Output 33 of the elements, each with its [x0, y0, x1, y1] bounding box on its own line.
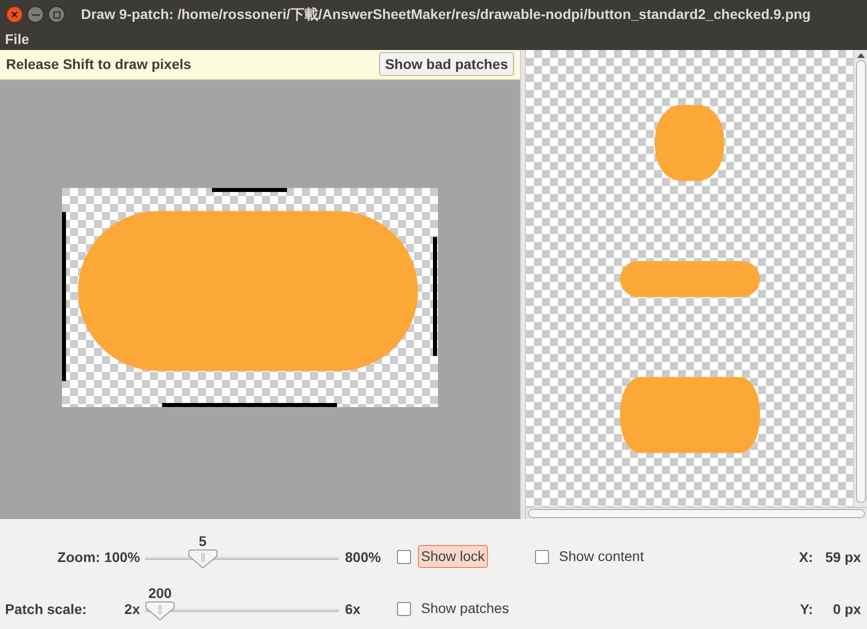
splitter[interactable] — [520, 50, 526, 519]
checkbox-label: Show patches — [420, 599, 510, 618]
vertical-scrollbar[interactable] — [853, 50, 867, 507]
maximize-button[interactable] — [48, 6, 65, 24]
slider-label: Zoom: — [57, 548, 100, 567]
slider-min-label: 2x — [124, 600, 140, 619]
slider-label: Patch scale: — [5, 600, 87, 619]
coordinate-label: Y: — [800, 600, 813, 619]
coordinate-value: 59 px — [824, 548, 861, 567]
maximize-icon — [52, 10, 60, 19]
checkbox[interactable] — [397, 602, 411, 616]
slider-value: 200 — [148, 584, 172, 603]
close-button[interactable] — [6, 6, 23, 24]
checkbox[interactable] — [397, 550, 411, 564]
coordinate-label: X: — [799, 548, 813, 567]
coordinate-value: 0 px — [832, 600, 861, 619]
info-message: Release Shift to draw pixels — [6, 54, 192, 74]
slider-min-label: 100% — [104, 548, 140, 567]
slider-max-label: 6x — [344, 600, 362, 619]
menu-item[interactable]: File — [5, 29, 30, 50]
show-bad-patches-button[interactable]: Show bad patches — [379, 52, 514, 76]
slider-max-label: 800% — [344, 548, 382, 567]
checkbox[interactable] — [535, 550, 549, 564]
slider-thumb[interactable] — [188, 549, 218, 569]
minimize-button[interactable] — [27, 6, 44, 24]
checkbox-label: Show lock — [418, 545, 488, 568]
slider-value: 5 — [198, 532, 207, 551]
slider-thumb[interactable] — [145, 601, 175, 621]
close-icon — [11, 11, 18, 18]
window-title: Draw 9-patch: /home/rossoneri/下載/AnswerSheetMaker/res/drawable-nodpi/button_standard2_checked.9.png — [81, 5, 811, 24]
scrollbar-thumb[interactable] — [856, 60, 866, 503]
minimize-icon — [32, 14, 40, 16]
checkbox-label: Show content — [558, 547, 645, 566]
